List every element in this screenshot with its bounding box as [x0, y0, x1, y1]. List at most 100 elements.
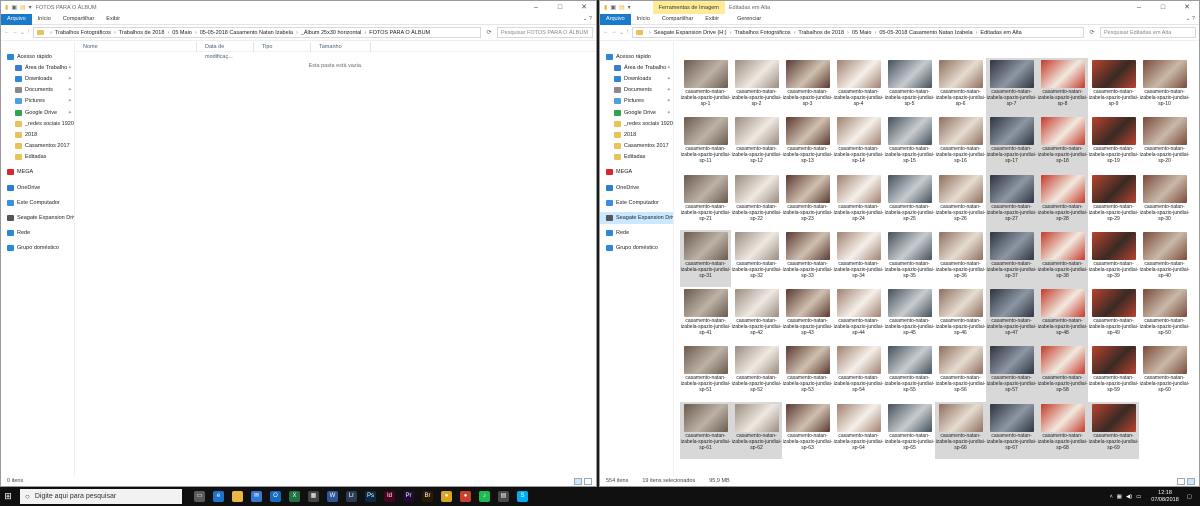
tray-chevron-icon[interactable]: ˄ [1110, 494, 1113, 500]
address-bar[interactable]: › Seagate Expansion Drive (H:) › Trabalhos … [632, 27, 1084, 38]
tab-compartilhar[interactable]: Compartilhar [656, 14, 699, 25]
file-tile[interactable]: casamento-natan-izabela-spazio-jundiai-s… [935, 173, 986, 230]
task-view-icon[interactable]: ▭ [190, 487, 209, 506]
file-tile[interactable]: casamento-natan-izabela-spazio-jundiai-s… [782, 402, 833, 459]
nav-item[interactable]: _redes sociais 1920px [1, 118, 74, 129]
nav-item[interactable]: Editadas [1, 152, 74, 163]
breadcrumb-separator-icon[interactable]: › [167, 30, 169, 36]
action-center-icon[interactable]: ▢ [1187, 494, 1192, 500]
pin-icon[interactable]: ✦ [667, 76, 671, 82]
file-tile[interactable]: casamento-natan-izabela-spazio-jundiai-s… [986, 115, 1037, 173]
up-icon[interactable]: ↑ [626, 29, 629, 36]
maximize-icon[interactable]: □ [548, 1, 572, 14]
ribbon-expand-icon[interactable]: ⌄ ? [1186, 16, 1199, 22]
nav-item[interactable]: MEGA [1, 167, 74, 178]
nav-item[interactable]: Área de Trabalho ✦ [600, 62, 673, 73]
pin-icon[interactable]: ✦ [667, 65, 671, 71]
column-tipo[interactable]: Tipo [254, 42, 311, 52]
details-view-icon[interactable] [574, 478, 582, 485]
nav-item[interactable]: Casamentos 2017 [600, 141, 673, 152]
minimize-icon[interactable]: – [524, 1, 548, 14]
tab-exibir[interactable]: Exibir [699, 14, 725, 25]
nav-item[interactable]: Este Computador [600, 197, 673, 208]
file-tile[interactable]: casamento-natan-izabela-spazio-jundiai-s… [833, 115, 884, 172]
clock[interactable]: 12:18 07/08/2018 [1151, 490, 1179, 504]
new-folder-icon[interactable]: ▤ [619, 4, 625, 11]
nav-item[interactable]: Documents ✦ [1, 85, 74, 96]
breadcrumb-separator-icon[interactable]: › [114, 30, 116, 36]
file-tile[interactable]: casamento-natan-izabela-spazio-jundiai-s… [884, 287, 935, 344]
column-tamanho[interactable]: Tamanho [311, 42, 371, 52]
nav-item[interactable]: OneDrive [1, 182, 74, 193]
nav-item[interactable]: Google Drive ✦ [600, 107, 673, 118]
close-icon[interactable]: ✕ [572, 1, 596, 14]
calculator-icon[interactable]: ▦ [304, 487, 323, 506]
breadcrumb-separator-icon[interactable]: › [50, 30, 52, 36]
nav-item[interactable]: Downloads ✦ [1, 73, 74, 84]
file-tile[interactable]: casamento-natan-izabela-spazio-jundiai-s… [884, 230, 935, 287]
back-icon[interactable]: ← [603, 29, 609, 36]
file-tile[interactable]: casamento-natan-izabela-spazio-jundiai-s… [884, 402, 935, 459]
nav-item[interactable]: _redes sociais 1920px [600, 118, 673, 129]
file-tile[interactable]: casamento-natan-izabela-spazio-jundiai-s… [731, 58, 782, 115]
column-nome[interactable]: Nome [75, 42, 197, 52]
breadcrumb-item[interactable]: FOTOS PARA O ÁLBUM [369, 30, 430, 36]
breadcrumb-separator-icon[interactable]: › [794, 30, 796, 36]
file-tile[interactable]: casamento-natan-izabela-spazio-jundiai-s… [1088, 58, 1139, 115]
breadcrumb-item[interactable]: 05 Maio [172, 30, 192, 36]
file-tile[interactable]: casamento-natan-izabela-spazio-jundiai-s… [935, 401, 986, 460]
volume-icon[interactable]: ◀) [1126, 494, 1132, 500]
file-tile[interactable]: casamento-natan-izabela-spazio-jundiai-s… [833, 230, 884, 287]
pin-icon[interactable]: ✦ [667, 98, 671, 104]
nav-item[interactable]: Documents ✦ [600, 85, 673, 96]
close-icon[interactable]: ✕ [1175, 1, 1199, 14]
nav-item[interactable]: Downloads ✦ [600, 73, 673, 84]
file-tile[interactable]: casamento-natan-izabela-spazio-jundiai-s… [1037, 229, 1088, 288]
premiere-icon[interactable]: Pr [399, 487, 418, 506]
breadcrumb-separator-icon[interactable]: › [874, 30, 876, 36]
tab-inicio[interactable]: Início [631, 14, 656, 25]
file-tile[interactable]: casamento-natan-izabela-spazio-jundiai-s… [680, 173, 731, 230]
file-tile[interactable]: casamento-natan-izabela-spazio-jundiai-s… [833, 58, 884, 115]
network-icon[interactable]: ▦ [1117, 494, 1122, 500]
file-tile[interactable]: casamento-natan-izabela-spazio-jundiai-s… [731, 115, 782, 172]
edge-icon[interactable]: e [209, 487, 228, 506]
new-folder-icon[interactable]: ▤ [20, 4, 26, 11]
file-tile[interactable]: casamento-natan-izabela-spazio-jundiai-s… [833, 344, 884, 401]
word-icon[interactable]: W [323, 487, 342, 506]
file-tile[interactable]: casamento-natan-izabela-spazio-jundiai-s… [782, 230, 833, 287]
file-tile[interactable]: casamento-natan-izabela-spazio-jundiai-s… [935, 287, 986, 344]
nav-item[interactable]: Este Computador [1, 197, 74, 208]
file-tile[interactable]: casamento-natan-izabela-spazio-jundiai-s… [1088, 344, 1139, 401]
nav-item[interactable]: Rede [600, 228, 673, 239]
file-tile[interactable]: casamento-natan-izabela-spazio-jundiai-s… [731, 287, 782, 344]
recent-dropdown-icon[interactable]: ⌄ [20, 29, 25, 36]
keyboard-icon[interactable]: ▭ [1136, 494, 1141, 500]
file-tile[interactable]: casamento-natan-izabela-spazio-jundiai-s… [782, 115, 833, 172]
file-tile[interactable]: casamento-natan-izabela-spazio-jundiai-s… [1088, 401, 1139, 460]
tab-arquivo[interactable]: Arquivo [1, 13, 32, 25]
file-tile[interactable]: casamento-natan-izabela-spazio-jundiai-s… [1139, 344, 1190, 401]
nav-item[interactable]: OneDrive [600, 182, 673, 193]
pin-icon[interactable]: ✦ [68, 76, 72, 82]
file-tile[interactable]: casamento-natan-izabela-spazio-jundiai-s… [1139, 115, 1190, 172]
photoshop-icon[interactable]: Ps [361, 487, 380, 506]
file-tile[interactable]: casamento-natan-izabela-spazio-jundiai-s… [1139, 173, 1190, 230]
file-tile[interactable]: casamento-natan-izabela-spazio-jundiai-s… [986, 344, 1037, 402]
file-tile[interactable]: casamento-natan-izabela-spazio-jundiai-s… [1139, 58, 1190, 115]
refresh-icon[interactable]: ⟳ [484, 29, 494, 36]
file-tile[interactable]: casamento-natan-izabela-spazio-jundiai-s… [986, 401, 1037, 460]
file-tile[interactable]: casamento-natan-izabela-spazio-jundiai-s… [680, 115, 731, 172]
file-tile[interactable]: casamento-natan-izabela-spazio-jundiai-s… [680, 229, 731, 288]
breadcrumb-item[interactable]: Editadas em Alta [980, 30, 1021, 36]
chrome-icon[interactable]: ● [437, 487, 456, 506]
outlook-icon[interactable]: O [266, 487, 285, 506]
file-tile[interactable]: casamento-natan-izabela-spazio-jundiai-s… [782, 344, 833, 401]
breadcrumb-item[interactable]: Trabalhos Fotográficos [734, 30, 790, 36]
file-tile[interactable]: casamento-natan-izabela-spazio-jundiai-s… [1037, 287, 1088, 345]
breadcrumb-item[interactable]: 05 Maio [852, 30, 872, 36]
minimize-icon[interactable]: – [1127, 1, 1151, 14]
file-tile[interactable]: casamento-natan-izabela-spazio-jundiai-s… [731, 401, 782, 460]
file-tile[interactable]: casamento-natan-izabela-spazio-jundiai-s… [833, 287, 884, 344]
file-tile[interactable]: casamento-natan-izabela-spazio-jundiai-s… [1139, 287, 1190, 344]
